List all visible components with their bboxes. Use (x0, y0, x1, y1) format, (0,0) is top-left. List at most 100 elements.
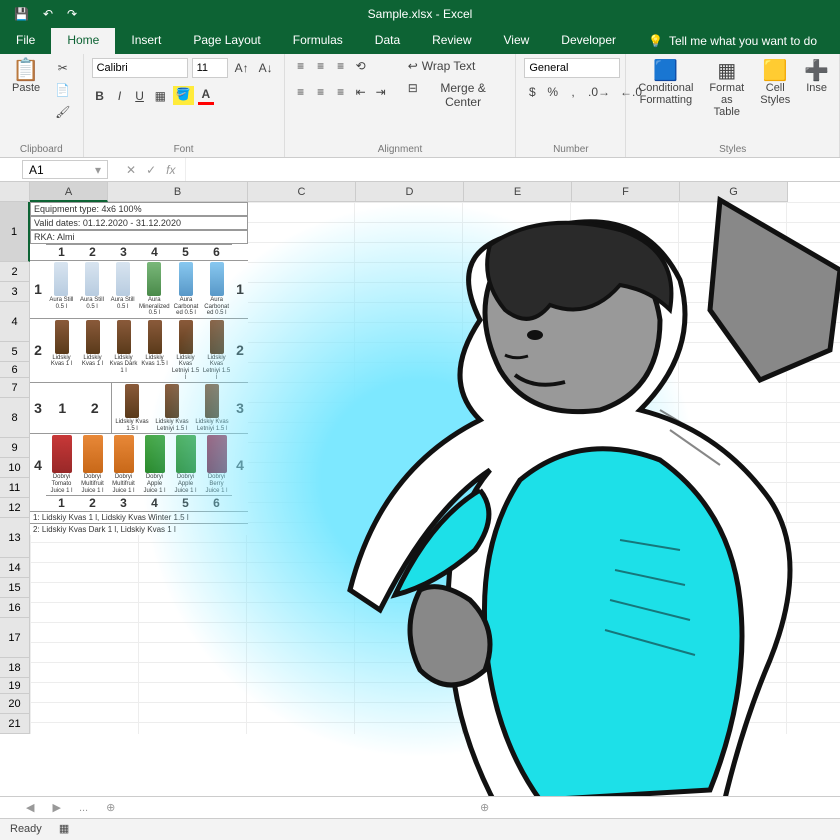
row-header-12[interactable]: 12 (0, 498, 30, 518)
undo-icon[interactable]: ↶ (43, 7, 53, 21)
sheet-add-center[interactable]: ⊕ (480, 801, 489, 814)
tab-home[interactable]: Home (51, 28, 115, 54)
row-header-1[interactable]: 1 (0, 202, 30, 262)
sheet-nav-next[interactable]: ▶ (48, 801, 64, 814)
name-box[interactable]: A1▾ (22, 160, 108, 179)
row-header-20[interactable]: 20 (0, 694, 30, 714)
indent-inc-icon[interactable]: ⇥ (373, 84, 389, 100)
tab-pagelayout[interactable]: Page Layout (177, 28, 276, 54)
underline-button[interactable]: U (132, 88, 148, 104)
rka: RKA: Almi (30, 230, 248, 244)
alignment-label: Alignment (293, 142, 508, 155)
currency-icon[interactable]: $ (524, 84, 540, 100)
decrease-font-icon[interactable]: A↓ (256, 60, 276, 76)
status-ready: Ready (10, 823, 42, 835)
tell-me[interactable]: 💡Tell me what you want to do (632, 28, 833, 54)
row-header-17[interactable]: 17 (0, 618, 30, 658)
merge-center-button[interactable]: ⊟Merge & Center (405, 80, 508, 110)
font-size-input[interactable] (192, 58, 228, 78)
paste-button[interactable]: 📋 Paste (8, 58, 44, 96)
orientation-icon[interactable]: ⟲ (353, 58, 369, 74)
col-header-C[interactable]: C (248, 182, 356, 202)
row-header-10[interactable]: 10 (0, 458, 30, 478)
tab-insert[interactable]: Insert (115, 28, 177, 54)
italic-button[interactable]: I (112, 88, 128, 104)
fx-icon[interactable]: fx (166, 163, 175, 177)
sheet-nav-prev[interactable]: ◀ (22, 801, 38, 814)
row-header-6[interactable]: 6 (0, 362, 30, 378)
row-header-15[interactable]: 15 (0, 578, 30, 598)
row-header-8[interactable]: 8 (0, 398, 30, 438)
comma-icon[interactable]: , (565, 84, 581, 100)
inc-decimal-icon[interactable]: .0→ (585, 84, 613, 100)
lightbulb-icon: 💡 (648, 34, 663, 48)
row-header-21[interactable]: 21 (0, 714, 30, 734)
cell-styles-button[interactable]: 🟨Cell Styles (756, 58, 794, 108)
redo-icon[interactable]: ↷ (67, 7, 77, 21)
col-num: 3 (108, 244, 139, 260)
align-right-icon[interactable]: ≡ (333, 84, 349, 100)
table-icon: ▦ (717, 60, 737, 80)
col-num: 5 (170, 244, 201, 260)
enter-formula-icon[interactable]: ✓ (146, 163, 156, 177)
format-painter-icon[interactable]: 🖌 (52, 104, 73, 120)
percent-icon[interactable]: % (544, 84, 561, 100)
save-icon[interactable]: 💾 (14, 7, 29, 21)
font-color-button[interactable]: A (198, 86, 214, 105)
border-button[interactable]: ▦ (152, 88, 169, 104)
tab-data[interactable]: Data (359, 28, 416, 54)
tab-developer[interactable]: Developer (545, 28, 632, 54)
cancel-formula-icon[interactable]: ✕ (126, 163, 136, 177)
row-header-11[interactable]: 11 (0, 478, 30, 498)
row-header-2[interactable]: 2 (0, 262, 30, 282)
worksheet-grid[interactable]: A B C D E F G 12345678910111213141516171… (0, 182, 840, 802)
fill-color-button[interactable]: 🪣 (173, 86, 194, 105)
align-bottom-icon[interactable]: ≡ (333, 58, 349, 74)
col-header-B[interactable]: B (108, 182, 248, 202)
align-left-icon[interactable]: ≡ (293, 84, 309, 100)
tab-formulas[interactable]: Formulas (277, 28, 359, 54)
insert-cells-button[interactable]: ➕Inse (802, 58, 831, 96)
macro-icon[interactable]: ▦ (59, 823, 69, 835)
row-header-7[interactable]: 7 (0, 378, 30, 398)
col-num: 1 (46, 495, 77, 511)
row-header-14[interactable]: 14 (0, 558, 30, 578)
align-top-icon[interactable]: ≡ (293, 58, 309, 74)
sheet-add[interactable]: ⊕ (102, 801, 119, 814)
col-header-G[interactable]: G (680, 182, 788, 202)
conditional-formatting-button[interactable]: 🟦Conditional Formatting (634, 58, 697, 108)
valid-dates: Valid dates: 01.12.2020 - 31.12.2020 (30, 216, 248, 230)
styles-label: Styles (634, 142, 831, 155)
row-header-18[interactable]: 18 (0, 658, 30, 678)
increase-font-icon[interactable]: A↑ (232, 60, 252, 76)
number-format-select[interactable] (524, 58, 620, 78)
indent-dec-icon[interactable]: ⇤ (353, 84, 369, 100)
row-header-4[interactable]: 4 (0, 302, 30, 342)
cut-icon[interactable]: ✂ (52, 60, 73, 76)
col-header-E[interactable]: E (464, 182, 572, 202)
wrap-text-button[interactable]: ↩Wrap Text (405, 58, 508, 74)
product: Aura Carbonat ed 0.5 l (171, 261, 202, 318)
select-all-corner[interactable] (0, 182, 30, 202)
align-middle-icon[interactable]: ≡ (313, 58, 329, 74)
sheet-more[interactable]: ... (75, 802, 92, 814)
font-label: Font (92, 142, 276, 155)
copy-icon[interactable]: 📄 (52, 82, 73, 98)
row-header-13[interactable]: 13 (0, 518, 30, 558)
row-header-19[interactable]: 19 (0, 678, 30, 694)
bold-button[interactable]: B (92, 88, 108, 104)
tab-review[interactable]: Review (416, 28, 487, 54)
row-header-3[interactable]: 3 (0, 282, 30, 302)
tab-file[interactable]: File (0, 28, 51, 54)
tab-view[interactable]: View (488, 28, 546, 54)
align-center-icon[interactable]: ≡ (313, 84, 329, 100)
row-header-16[interactable]: 16 (0, 598, 30, 618)
format-as-table-button[interactable]: ▦Format as Table (705, 58, 748, 120)
row-header-9[interactable]: 9 (0, 438, 30, 458)
row-header-5[interactable]: 5 (0, 342, 30, 362)
col-header-F[interactable]: F (572, 182, 680, 202)
col-header-A[interactable]: A (30, 182, 108, 202)
col-header-D[interactable]: D (356, 182, 464, 202)
formula-input[interactable] (186, 158, 840, 181)
font-name-input[interactable] (92, 58, 188, 78)
